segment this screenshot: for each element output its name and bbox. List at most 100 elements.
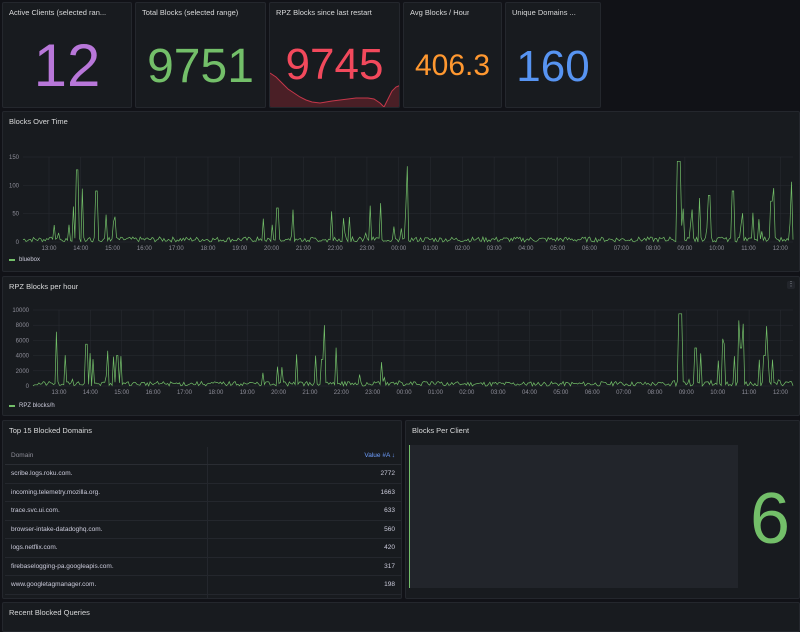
panel-menu-icon[interactable]: ⋮ xyxy=(787,281,795,289)
domain-cell: trace.svc.ui.com. xyxy=(5,501,208,521)
x-tick-label: 19:00 xyxy=(232,246,248,252)
client-count-value: 6 xyxy=(749,479,791,559)
recent-blocked-queries-panel[interactable]: Recent Blocked Queries xyxy=(2,602,800,632)
x-tick-label: 00:00 xyxy=(391,246,407,252)
legend-swatch xyxy=(9,259,15,261)
legend[interactable]: RPZ blocks/h xyxy=(9,403,55,409)
value-cell: 159 xyxy=(207,594,401,598)
x-tick-label: 17:00 xyxy=(169,246,185,252)
x-tick-label: 16:00 xyxy=(137,246,153,252)
value-cell: 317 xyxy=(207,557,401,576)
x-tick-label: 10:00 xyxy=(710,390,726,396)
x-tick-label: 15:00 xyxy=(114,390,130,396)
legend[interactable]: bluebox xyxy=(9,257,40,263)
x-tick-label: 11:00 xyxy=(742,390,757,396)
x-tick-label: 18:00 xyxy=(200,246,216,252)
table-row: app-measurement.com.159 xyxy=(5,594,401,598)
top-domains-table: Domain Value #A ↓ scribe.logs.roku.com. 2… xyxy=(5,447,401,598)
stat-panel-active-clients[interactable]: Active Clients (selected ran... 12 xyxy=(2,2,132,108)
x-tick-label: 22:00 xyxy=(334,390,350,396)
client-bar-area xyxy=(409,445,738,588)
value-cell: 198 xyxy=(207,575,401,595)
stat-value: 9745 xyxy=(285,40,384,89)
blocks-over-time-panel[interactable]: Blocks Over Time 150 100 50 0 13:00 14:00 15:0… xyxy=(2,111,800,272)
x-tick-label: 01:00 xyxy=(423,246,439,252)
x-tick-label: 00:00 xyxy=(397,390,413,396)
value-cell: 560 xyxy=(207,520,401,539)
series-line xyxy=(22,160,794,243)
x-tick-label: 08:00 xyxy=(647,390,663,396)
panel-title: Recent Blocked Queries xyxy=(9,608,90,617)
y-tick-label: 2000 xyxy=(16,369,30,375)
x-tick-label: 09:00 xyxy=(679,390,695,396)
table-row: www.googletagmanager.com. 198 xyxy=(5,575,401,595)
stat-panel-unique-domains[interactable]: Unique Domains ... 160 xyxy=(505,2,601,108)
x-tick-label: 07:00 xyxy=(616,390,632,396)
domain-cell: logs.netflix.com. xyxy=(5,538,208,558)
x-tick-label: 05:00 xyxy=(550,246,566,252)
x-tick-label: 23:00 xyxy=(365,390,381,396)
x-tick-label: 21:00 xyxy=(296,246,312,252)
panel-title: Total Blocks (selected range) xyxy=(142,8,239,17)
x-tick-label: 03:00 xyxy=(491,390,507,396)
x-tick-label: 09:00 xyxy=(677,246,693,252)
domain-cell: www.googletagmanager.com. xyxy=(5,575,208,595)
x-tick-label: 08:00 xyxy=(646,246,662,252)
table-row: logs.netflix.com. 420 xyxy=(5,538,401,558)
table-row: scribe.logs.roku.com. 2772 xyxy=(5,464,401,484)
y-tick-label: 0 xyxy=(26,384,30,390)
x-tick-label: 02:00 xyxy=(459,390,475,396)
x-tick-label: 11:00 xyxy=(741,246,756,252)
client-bar xyxy=(409,445,410,588)
series-line xyxy=(32,313,794,388)
column-header-value[interactable]: Value #A ↓ xyxy=(207,447,401,465)
stat-value: 160 xyxy=(516,42,590,91)
domain-cell: app-measurement.com. xyxy=(5,594,208,598)
y-tick-label: 100 xyxy=(9,183,20,189)
x-tick-label: 04:00 xyxy=(522,390,538,396)
x-tick-label: 04:00 xyxy=(518,246,534,252)
panel-title: Active Clients (selected ran... xyxy=(9,8,107,17)
panel-title: Unique Domains ... xyxy=(512,8,576,17)
x-tick-label: 07:00 xyxy=(614,246,630,252)
x-tick-label: 06:00 xyxy=(582,246,598,252)
table-row: firebaselogging-pa.googleapis.com. 317 xyxy=(5,557,401,576)
blocks-per-client-panel[interactable]: Blocks Per Client 6 xyxy=(405,420,800,599)
x-tick-label: 03:00 xyxy=(487,246,503,252)
table-row: trace.svc.ui.com. 633 xyxy=(5,501,401,521)
y-tick-label: 6000 xyxy=(16,338,30,344)
y-tick-label: 0 xyxy=(16,240,20,246)
x-tick-label: 14:00 xyxy=(83,390,99,396)
x-tick-label: 14:00 xyxy=(73,246,89,252)
x-tick-label: 20:00 xyxy=(271,390,287,396)
x-tick-label: 05:00 xyxy=(553,390,569,396)
panel-title: Blocks Over Time xyxy=(9,117,68,126)
rpz-blocks-per-hour-panel[interactable]: RPZ Blocks per hour ⋮ 10000 8000 6000 4000 2… xyxy=(2,276,800,416)
domain-cell: incoming.telemetry.mozilla.org. xyxy=(5,483,208,502)
legend-label: RPZ blocks/h xyxy=(19,403,55,409)
x-tick-label: 02:00 xyxy=(455,246,471,252)
value-cell: 420 xyxy=(207,538,401,558)
x-tick-label: 12:00 xyxy=(773,246,789,252)
x-tick-label: 16:00 xyxy=(146,390,162,396)
y-tick-label: 150 xyxy=(9,155,20,161)
panel-title: Blocks Per Client xyxy=(412,426,470,435)
stat-panel-avg-blocks[interactable]: Avg Blocks / Hour 406.3 xyxy=(403,2,502,108)
table-row: incoming.telemetry.mozilla.org. 1663 xyxy=(5,483,401,502)
legend-label: bluebox xyxy=(19,257,41,263)
top-domains-panel[interactable]: Top 15 Blocked Domains Domain Value #A ↓… xyxy=(2,420,402,599)
x-tick-label: 23:00 xyxy=(359,246,375,252)
stat-panel-rpz-blocks[interactable]: RPZ Blocks since last restart 9745 xyxy=(269,2,400,108)
x-tick-label: 12:00 xyxy=(773,390,789,396)
y-tick-label: 50 xyxy=(12,212,19,218)
stat-value: 406.3 xyxy=(414,49,491,82)
domain-cell: browser-intake-datadoghq.com. xyxy=(5,520,208,539)
column-header-domain[interactable]: Domain xyxy=(5,447,208,465)
stat-value: 12 xyxy=(33,32,101,99)
x-tick-label: 21:00 xyxy=(302,390,318,396)
value-cell: 633 xyxy=(207,501,401,521)
rpz-blocks-chart: 10000 8000 6000 4000 2000 0 13:00 14:00 15:00 16:… xyxy=(12,308,794,396)
stat-panel-total-blocks[interactable]: Total Blocks (selected range) 9751 xyxy=(135,2,266,108)
value-cell: 2772 xyxy=(207,464,401,484)
x-tick-label: 15:00 xyxy=(105,246,121,252)
